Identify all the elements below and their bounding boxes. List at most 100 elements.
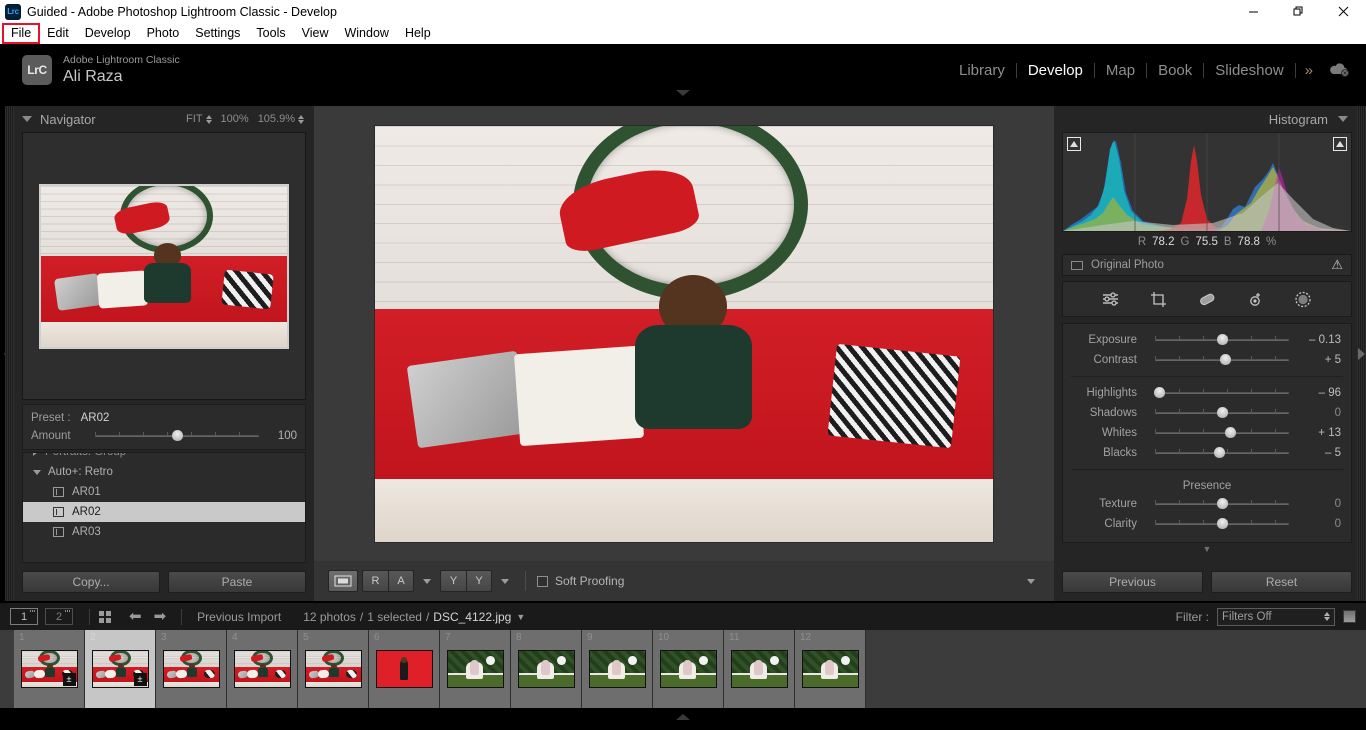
module-map[interactable]: Map [1095,62,1146,79]
before-view-button[interactable]: R [362,570,388,592]
module-library[interactable]: Library [948,62,1016,79]
menu-settings[interactable]: Settings [187,24,248,43]
main-photo[interactable] [374,124,994,543]
shadows-slider[interactable] [1155,407,1289,419]
zoom-stepper-icon[interactable] [298,114,304,124]
navigator-header[interactable]: Navigator FIT 100% 105.9% [14,106,314,132]
before-after-dropdown-icon[interactable] [423,578,431,584]
filmstrip-thumb-8[interactable]: 8 [511,630,582,708]
toolbar-options-dropdown-icon[interactable] [1027,578,1035,584]
panel-scroll-indicator[interactable]: ▼ [1054,543,1360,554]
menu-help[interactable]: Help [397,24,439,43]
arrow-left-icon[interactable]: ⬅ [129,609,142,624]
cloud-off-icon[interactable] [1328,61,1350,80]
filmstrip-thumb-9[interactable]: 9 [582,630,653,708]
zoom-custom-button[interactable]: 105.9% [258,113,304,125]
filmstrip-thumb-1[interactable]: 1 ± [14,630,85,708]
bottom-panel-collapse-arrow[interactable] [676,714,690,720]
histogram-graph[interactable] [1062,132,1352,232]
left-panel-grip[interactable] [5,106,14,601]
menu-photo[interactable]: Photo [139,24,188,43]
source-button-1[interactable]: 1 [10,608,38,625]
blacks-slider[interactable] [1155,447,1289,459]
yy-left-button[interactable]: Y [440,570,466,592]
photo-canvas[interactable] [314,106,1054,561]
chevron-down-icon[interactable]: ▼ [516,612,525,622]
menu-edit[interactable]: Edit [39,24,77,43]
zoom-fit-button[interactable]: FIT [186,113,212,125]
highlight-clipping-indicator[interactable] [1333,137,1347,151]
histogram-header[interactable]: Histogram [1054,106,1360,132]
chevron-down-icon[interactable] [22,116,32,122]
module-book[interactable]: Book [1147,62,1203,79]
yy-dropdown-icon[interactable] [501,578,509,584]
filmstrip-thumb-2[interactable]: 2 ± [85,630,156,708]
filmstrip-thumb-7[interactable]: 7 [440,630,511,708]
loupe-view-button[interactable] [328,570,358,592]
filmstrip-thumb-3[interactable]: 3 [156,630,227,708]
module-slideshow[interactable]: Slideshow [1204,62,1294,79]
after-view-button[interactable]: A [388,570,414,592]
close-button[interactable] [1321,0,1366,23]
module-develop[interactable]: Develop [1017,62,1094,79]
fit-stepper-icon[interactable] [205,114,212,124]
highlights-slider[interactable] [1154,387,1289,399]
filter-toggle-swatch[interactable] [1343,610,1356,623]
menu-develop[interactable]: Develop [77,24,139,43]
filmstrip-thumb-4[interactable]: 4 [227,630,298,708]
minimize-button[interactable] [1231,0,1276,23]
current-filename[interactable]: DSC_4122.jpg [433,610,511,624]
menu-window[interactable]: Window [336,24,396,43]
edit-sliders-icon[interactable] [1101,289,1121,309]
clarity-slider[interactable] [1155,518,1289,530]
identity-plate[interactable]: LrC Adobe Lightroom Classic Ali Raza [22,54,180,86]
original-photo-row[interactable]: Original Photo ⚠ [1062,254,1352,276]
menu-file[interactable]: File [1,23,41,44]
exposure-slider[interactable] [1155,334,1289,346]
preset-group-portraits[interactable]: Portraits: Group [23,453,305,462]
reset-button[interactable]: Reset [1211,571,1352,593]
soft-proofing-checkbox[interactable] [537,575,548,587]
grid-view-icon[interactable] [99,610,111,623]
preset-item-ar01[interactable]: AR01 [23,482,305,502]
menu-view[interactable]: View [294,24,337,43]
preset-list[interactable]: Portraits: Group Auto+: Retro AR01 AR02 … [22,452,306,563]
filmstrip-thumb-5[interactable]: 5 [298,630,369,708]
yy-right-button[interactable]: Y [466,570,492,592]
restore-button[interactable] [1276,0,1321,23]
warning-icon[interactable]: ⚠ [1331,257,1343,273]
filmstrip-thumb-10[interactable]: 10 [653,630,724,708]
previous-button[interactable]: Previous [1062,571,1203,593]
amount-value: 100 [277,430,297,442]
right-panel-collapse[interactable] [1356,106,1366,601]
zoom-100-button[interactable]: 100% [221,113,249,125]
healing-brush-icon[interactable] [1197,289,1217,309]
chevron-down-icon[interactable] [1338,116,1348,122]
arrow-right-icon[interactable]: ➡ [154,609,167,624]
paste-button[interactable]: Paste [168,571,306,593]
red-eye-icon[interactable] [1245,289,1265,309]
amount-slider[interactable] [95,430,259,442]
whites-slider[interactable] [1155,427,1289,439]
filmstrip-thumb-6[interactable]: 6 [369,630,440,708]
preset-group-auto-retro[interactable]: Auto+: Retro [23,462,305,482]
top-panel-collapse-arrow[interactable] [676,90,690,96]
filmstrip-thumb-12[interactable]: 12 [795,630,866,708]
contrast-slider[interactable] [1155,354,1289,366]
texture-slider[interactable] [1155,498,1289,510]
filter-stepper-icon[interactable] [1324,612,1330,621]
navigator-preview[interactable] [22,132,306,400]
filmstrip-thumb-11[interactable]: 11 [724,630,795,708]
module-more-button[interactable]: » [1296,62,1322,79]
preset-item-ar02[interactable]: AR02 [23,502,305,522]
source-button-2[interactable]: 2 [45,608,73,625]
filter-select[interactable]: Filters Off [1217,607,1335,626]
view-mode-group: R A Y Y [328,570,514,592]
menu-tools[interactable]: Tools [248,24,293,43]
preset-item-ar03[interactable]: AR03 [23,522,305,542]
shadow-clipping-indicator[interactable] [1067,137,1081,151]
source-label[interactable]: Previous Import [197,610,281,624]
masking-icon[interactable] [1293,289,1313,309]
crop-icon[interactable] [1149,289,1169,309]
copy-button[interactable]: Copy... [22,571,160,593]
